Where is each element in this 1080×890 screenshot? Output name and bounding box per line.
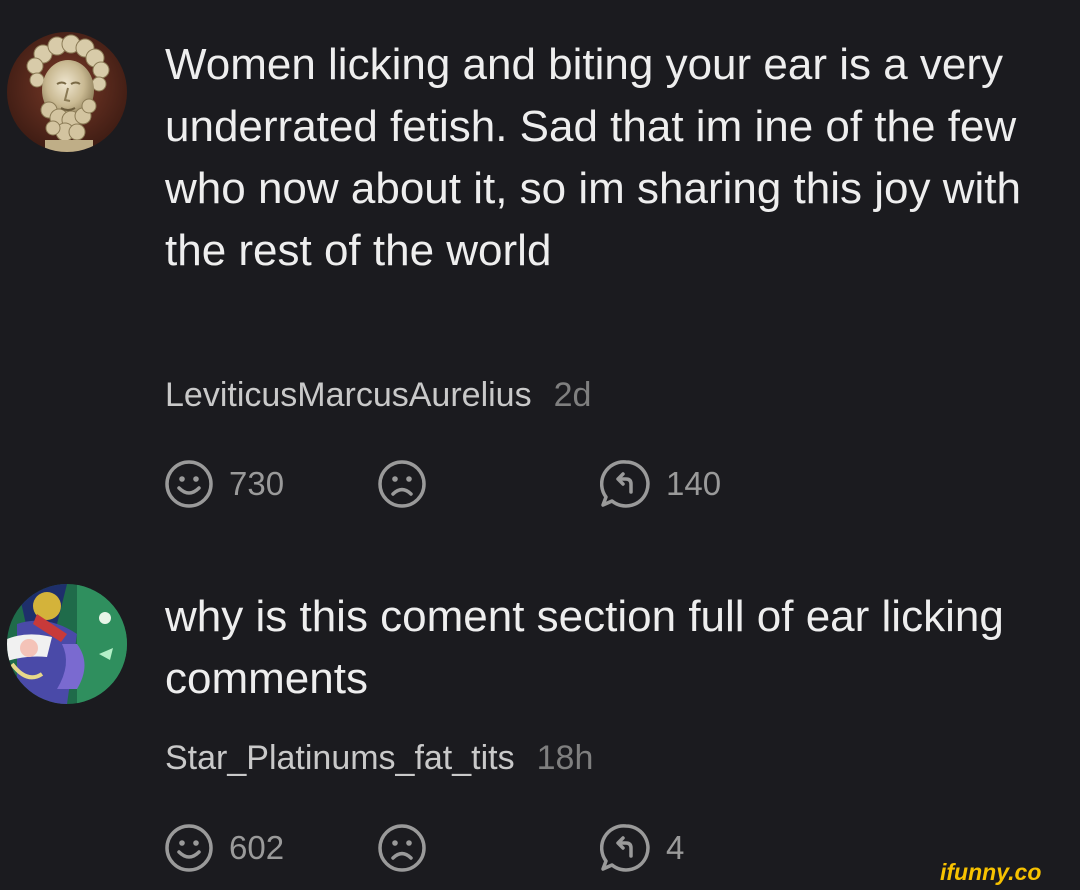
- ifunny-logo: ifunny.co: [940, 859, 1041, 885]
- username[interactable]: Star_Platinums_fat_tits: [165, 739, 515, 777]
- comment-text: Women licking and biting your ear is a v…: [165, 40, 1021, 275]
- timestamp: 2d: [553, 376, 592, 414]
- ifunny-watermark: ifunny.co: [940, 859, 1076, 885]
- avatar[interactable]: [7, 584, 127, 704]
- svg-text:ifunny.co: ifunny.co: [940, 859, 1041, 885]
- smile-face-icon: [165, 460, 213, 508]
- sad-face-icon: [378, 824, 426, 872]
- comment-text: why is this coment section full of ear l…: [165, 592, 1004, 703]
- reply-button[interactable]: 4: [600, 822, 684, 874]
- smile-face-icon: [165, 824, 213, 872]
- reply-count: 140: [666, 465, 722, 502]
- timestamp: 18h: [536, 739, 594, 777]
- sad-face-icon: [378, 460, 426, 508]
- smile-count: 602: [229, 829, 285, 866]
- smile-button[interactable]: 602: [163, 822, 284, 874]
- avatar[interactable]: [7, 32, 127, 152]
- marble-bust-avatar: [7, 32, 127, 152]
- reply-button[interactable]: 140: [600, 458, 721, 510]
- sad-button[interactable]: [376, 822, 428, 874]
- comment-actions: 602 4: [163, 822, 863, 874]
- comment-meta: LeviticusMarcusAurelius 2d: [165, 375, 591, 415]
- reply-bubble-icon: [600, 460, 650, 508]
- username[interactable]: LeviticusMarcusAurelius: [165, 376, 532, 414]
- comment-actions: 730 140: [163, 458, 863, 510]
- reply-bubble-icon: [600, 824, 650, 872]
- smile-button[interactable]: 730: [163, 458, 284, 510]
- reply-count: 4: [666, 829, 685, 866]
- smile-count: 730: [229, 465, 285, 502]
- anime-character-avatar: [7, 584, 127, 704]
- comment-meta: Star_Platinums_fat_tits 18h: [165, 738, 593, 778]
- sad-button[interactable]: [376, 458, 428, 510]
